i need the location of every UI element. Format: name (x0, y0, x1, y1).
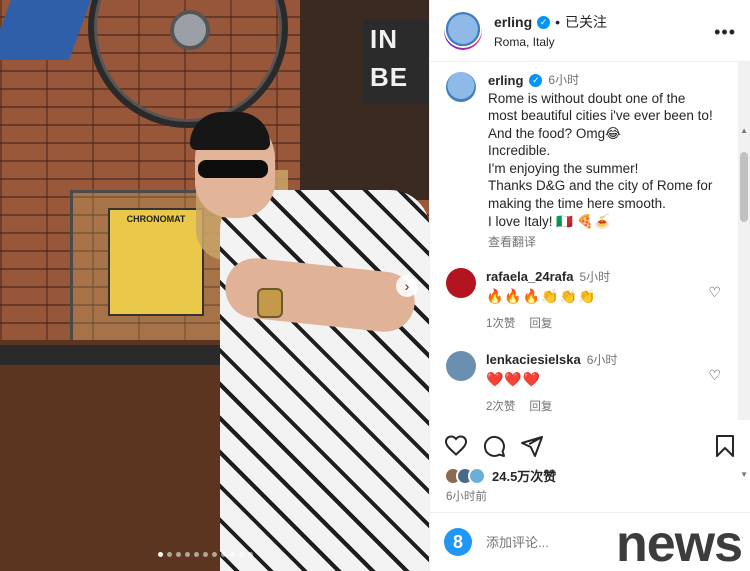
reply-button[interactable]: 回复 (529, 398, 552, 414)
see-translation-link[interactable]: 查看翻译 (488, 234, 718, 252)
comment-input[interactable] (486, 534, 606, 550)
post-side-panel: erling ✓ • 已关注 Roma, Italy ••• erling ✓ … (429, 0, 750, 571)
scrollbar-thumb[interactable] (740, 152, 748, 222)
post-caption: erling ✓ 6小时 Rome is without doubt one o… (430, 62, 750, 252)
post-photo: IN BE VERI CHRONOMAT › (0, 0, 429, 571)
author-avatar[interactable] (444, 11, 482, 50)
scroll-down-arrow-icon[interactable]: ▼ (740, 470, 748, 479)
reply-button[interactable]: 回复 (529, 315, 552, 331)
carousel-dot[interactable] (239, 552, 244, 557)
carousel-dot[interactable] (203, 552, 208, 557)
more-options-icon[interactable]: ••• (714, 22, 736, 43)
poster-label: CHRONOMAT (126, 214, 186, 224)
carousel-dot[interactable] (167, 552, 172, 557)
bookmark-icon[interactable] (713, 434, 737, 458)
liker-avatar (468, 466, 486, 485)
carousel-dot[interactable] (185, 552, 190, 557)
comment-like-icon[interactable]: ♡ (708, 284, 721, 301)
instagram-post-view: IN BE VERI CHRONOMAT › erling ✓ • 已关注 Ro… (0, 0, 750, 571)
caption-username[interactable]: erling (488, 72, 523, 90)
post-timestamp[interactable]: 6小时前 (446, 488, 487, 504)
verified-badge-icon: ✓ (529, 74, 543, 88)
carousel-dot[interactable] (176, 552, 181, 557)
post-actions-bar (430, 428, 750, 464)
commenter-avatar[interactable] (446, 350, 476, 381)
carousel-dot[interactable] (230, 552, 235, 557)
emoji-button[interactable]: 8 (444, 528, 472, 556)
heart-icon[interactable] (444, 434, 468, 458)
comments-list[interactable]: erling ✓ 6小时 Rome is without doubt one o… (430, 62, 750, 420)
comment-item: lenkaciesielska 6小时 ❤️❤️❤️ 2次赞 回复 ♡ (430, 350, 750, 414)
comments-scrollbar[interactable]: ▲ ▼ (738, 62, 750, 479)
post-location[interactable]: Roma, Italy (494, 35, 607, 49)
caption-time: 6小时 (548, 73, 580, 87)
carousel-dot[interactable] (212, 552, 217, 557)
follow-status-button[interactable]: 已关注 (565, 12, 607, 32)
verified-badge-icon: ✓ (537, 15, 551, 29)
comment-time: 5小时 (579, 269, 611, 284)
carousel-dot[interactable] (221, 552, 226, 557)
watch-poster: CHRONOMAT (108, 208, 204, 316)
comment-icon[interactable] (482, 434, 506, 458)
separator-dot: • (555, 14, 561, 30)
caption-avatar[interactable] (446, 72, 476, 102)
bike-hub (170, 10, 210, 50)
caption-text: Rome is without doubt one of the most be… (488, 90, 713, 229)
comment-item: rafaela_24rafa 5小时 🔥🔥🔥👏👏👏 1次赞 回复 ♡ (430, 267, 750, 331)
carousel-dots (158, 552, 253, 557)
next-photo-button[interactable]: › (396, 275, 418, 297)
author-username[interactable]: erling (494, 14, 532, 30)
comment-like-count[interactable]: 2次赞 (486, 398, 515, 414)
share-icon[interactable] (520, 434, 544, 458)
carousel-dot[interactable] (194, 552, 199, 557)
comment-text: 🔥🔥🔥👏👏👏 (486, 287, 597, 304)
comment-time: 6小时 (586, 352, 618, 367)
carousel-dot[interactable] (158, 552, 163, 557)
likes-count[interactable]: 24.5万次赞 (492, 466, 556, 485)
person-shirt (220, 190, 429, 571)
commenter-username[interactable]: rafaela_24rafa (486, 269, 573, 284)
carousel-dot[interactable] (248, 552, 253, 557)
comment-text: ❤️❤️❤️ (486, 370, 542, 387)
scroll-up-arrow-icon[interactable]: ▲ (740, 126, 748, 135)
commenter-avatar[interactable] (446, 267, 476, 298)
wrist-watch (257, 288, 283, 318)
likes-summary[interactable]: 24.5万次赞 (444, 466, 556, 485)
news-watermark: news (615, 515, 743, 571)
person-sunglasses (198, 160, 268, 178)
commenter-username[interactable]: lenkaciesielska (486, 352, 581, 367)
post-header: erling ✓ • 已关注 Roma, Italy ••• (430, 0, 750, 62)
comment-like-count[interactable]: 1次赞 (486, 315, 515, 331)
comment-like-icon[interactable]: ♡ (708, 367, 721, 384)
store-sign: IN BE VERI (362, 20, 429, 104)
